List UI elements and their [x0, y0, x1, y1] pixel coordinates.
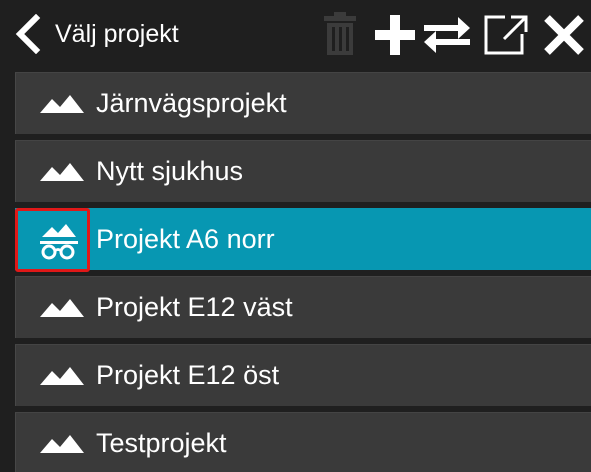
project-list: Järnvägsprojekt Nytt sjukhus Projekt A6 …: [15, 72, 591, 472]
plus-icon[interactable]: [373, 13, 417, 57]
toolbar: Välj projekt: [0, 0, 591, 67]
project-item[interactable]: Järnvägsprojekt: [15, 72, 591, 134]
project-label: Nytt sjukhus: [96, 156, 244, 186]
mountain-icon: [40, 435, 84, 453]
project-item[interactable]: Projekt E12 öst: [15, 344, 591, 406]
project-item[interactable]: Projekt E12 väst: [15, 276, 591, 338]
project-item-selected[interactable]: Projekt A6 norr: [15, 208, 591, 272]
open-external-icon[interactable]: [483, 14, 529, 56]
page-title: Välj projekt: [55, 20, 179, 48]
close-icon[interactable]: [542, 14, 586, 56]
project-picker-screen: Välj projekt Järnvägsprojekt Nytt sjukhu…: [0, 0, 591, 472]
project-label: Järnvägsprojekt: [96, 88, 287, 118]
mountain-icon: [40, 299, 84, 317]
mountain-icon: [40, 163, 84, 181]
project-label: Projekt E12 väst: [96, 292, 293, 322]
project-label: Projekt A6 norr: [96, 224, 275, 254]
project-label: Projekt E12 öst: [96, 360, 280, 390]
swap-arrows-icon[interactable]: [422, 13, 472, 57]
mountain-icon: [40, 367, 84, 385]
project-item[interactable]: Testprojekt: [15, 412, 591, 472]
project-label: Testprojekt: [96, 428, 227, 458]
trash-icon[interactable]: [322, 12, 358, 56]
mountain-icon: [40, 95, 84, 113]
project-item[interactable]: Nytt sjukhus: [15, 140, 591, 202]
back-chevron-icon[interactable]: [8, 14, 48, 54]
highlight-box: [15, 208, 90, 272]
